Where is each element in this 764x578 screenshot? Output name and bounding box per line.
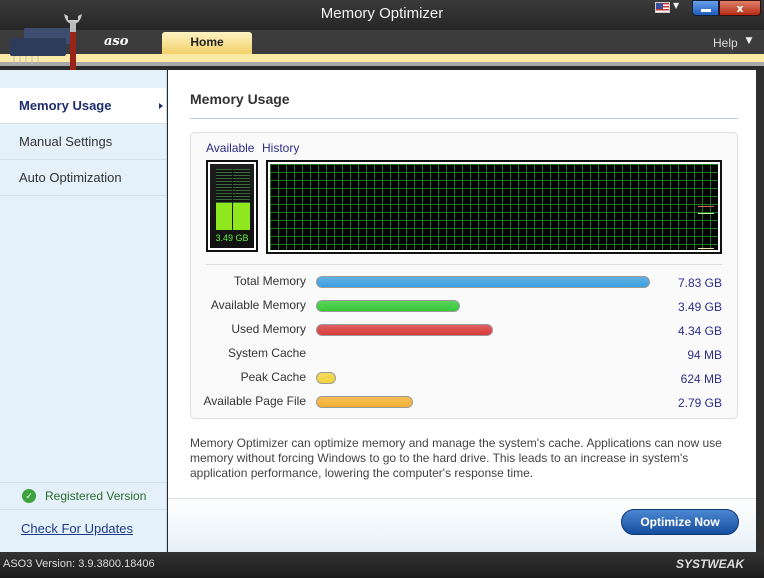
language-flag-icon[interactable] — [655, 2, 670, 13]
stat-name: Used Memory — [231, 322, 306, 336]
stat-name: Available Page File — [203, 394, 306, 408]
page-title: Memory Usage — [190, 91, 290, 107]
check-icon: ✓ — [22, 489, 36, 503]
stat-row: System Cache 94 MB — [190, 345, 738, 363]
stat-bar — [316, 324, 494, 336]
stat-bar — [316, 372, 337, 384]
stat-row: Used Memory 4.34 GB — [190, 321, 738, 339]
language-dropdown-icon[interactable]: ▼ — [673, 1, 679, 10]
stat-bar — [316, 396, 413, 408]
history-line-available — [698, 213, 714, 214]
stat-value: 7.83 GB — [677, 276, 722, 290]
gauge-empty — [216, 169, 250, 203]
title-divider — [190, 118, 738, 119]
brand-logo: SYSTWEAK — [676, 557, 745, 571]
stat-row: Total Memory 7.83 GB — [190, 273, 738, 291]
description: Memory Optimizer can optimize memory and… — [190, 436, 722, 480]
stat-row: Peak Cache 624 MB — [190, 369, 738, 387]
sidebar-item-manual-settings[interactable]: Manual Settings — [0, 124, 166, 160]
window-edge — [756, 70, 764, 552]
stat-name: Peak Cache — [240, 370, 306, 384]
stat-value: 624 MB — [680, 372, 722, 386]
check-updates-link[interactable]: Check For Updates — [21, 521, 133, 536]
logo-text: aso — [104, 34, 129, 49]
tab-home[interactable]: Home — [162, 32, 252, 54]
help-menu[interactable]: Help — [713, 36, 738, 50]
registered-status: ✓ Registered Version — [0, 482, 167, 510]
close-button[interactable]: x — [719, 0, 761, 16]
stat-bar — [316, 300, 460, 312]
stat-row: Available Page File 2.79 GB — [190, 393, 738, 411]
stat-name: System Cache — [227, 346, 306, 360]
stats-divider — [206, 264, 722, 265]
stat-row: Available Memory 3.49 GB — [190, 297, 738, 315]
history-line-cache — [698, 248, 714, 249]
gauge-value: 3.49 GB — [215, 233, 249, 243]
sidebar-item-memory-usage[interactable]: Memory Usage — [0, 88, 166, 124]
gauge-divider — [232, 169, 233, 230]
stat-name: Total Memory — [233, 274, 306, 288]
ribbon-options-icon[interactable]: ▼ — [742, 33, 756, 49]
history-label: History — [262, 141, 300, 155]
available-gauge: 3.49 GB — [206, 160, 258, 252]
version-label: ASO3 Version: 3.9.3800.18406 — [3, 558, 155, 570]
registered-label: Registered Version — [45, 489, 147, 503]
ribbon — [0, 54, 764, 66]
stat-value: 4.34 GB — [677, 324, 722, 338]
history-graph — [266, 160, 722, 254]
available-label: Available — [206, 141, 255, 155]
stat-value: 3.49 GB — [677, 300, 722, 314]
optimize-now-button[interactable]: Optimize Now — [621, 509, 739, 535]
stat-value: 94 MB — [687, 348, 722, 362]
window-title: Memory Optimizer — [320, 5, 444, 22]
stat-bar — [316, 276, 650, 288]
sidebar-item-auto-optimization[interactable]: Auto Optimization — [0, 160, 166, 196]
gauge-fill — [216, 203, 250, 230]
history-line-used — [698, 206, 714, 207]
stat-value: 2.79 GB — [677, 396, 722, 410]
stat-name: Available Memory — [210, 298, 306, 312]
minimize-button[interactable] — [692, 0, 719, 16]
sidebar: Memory Usage Manual Settings Auto Optimi… — [0, 70, 167, 552]
